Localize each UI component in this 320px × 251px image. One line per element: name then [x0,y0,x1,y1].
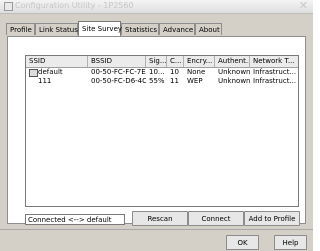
column-authentication[interactable]: Authent... [215,56,250,67]
column-signal[interactable]: Sig... [146,56,167,67]
cell-encryption: WEP [187,77,203,85]
connection-status: Connected <--> default [25,214,125,225]
column-network-type[interactable]: Network T... [250,56,300,67]
cell-channel: 10 [170,68,179,76]
column-encryption[interactable]: Encry... [184,56,215,67]
connect-button[interactable]: Connect [188,211,244,226]
rescan-button[interactable]: Rescan [132,211,188,226]
footer-separator [0,229,313,230]
tab-profile[interactable]: Profile [6,23,35,35]
window-title: Configuration Utility - 1P2560 [15,1,134,10]
cell-network-type: Infrastruct... [253,77,297,85]
ok-button[interactable]: OK [226,235,259,250]
tab-link-status[interactable]: Link Status [35,23,78,35]
close-button[interactable]: ✕ [299,0,308,12]
cell-channel: 11 [170,77,179,85]
tab-advance[interactable]: Advance [159,23,195,35]
app-icon [4,2,13,11]
cell-authentication: Unknown [218,68,250,76]
site-survey-list[interactable]: SSID BSSID Sig... C... Encry... Authent.… [25,55,299,207]
cell-bssid: 00-50-FC-D6-4C... [91,77,146,85]
list-header: SSID BSSID Sig... C... Encry... Authent.… [26,56,298,68]
cell-ssid: default [38,68,63,76]
cell-ssid: 111 [38,77,52,85]
cell-authentication: Unknown [218,77,250,85]
title-bar: Configuration Utility - 1P2560 ✕ [0,0,313,14]
help-button[interactable]: Help [274,235,307,250]
cell-network-type: Infrastruct... [253,68,297,76]
column-ssid[interactable]: SSID [26,56,88,67]
cell-signal: 55% [149,77,165,85]
tab-about[interactable]: About [195,23,222,35]
configuration-utility-window: Configuration Utility - 1P2560 ✕ Profile… [0,0,313,251]
cell-signal: 10... [149,68,165,76]
add-to-profile-button[interactable]: Add to Profile [244,211,300,226]
column-bssid[interactable]: BSSID [88,56,146,67]
cell-encryption: None [187,68,206,76]
tab-site-survey[interactable]: Site Survey [78,21,122,36]
cell-bssid: 00-50-FC-FC-7E-... [91,68,146,76]
table-row[interactable]: default 00-50-FC-FC-7E-... 10... 10 None… [26,68,298,77]
tab-statistics[interactable]: Statistics [121,23,159,35]
table-row[interactable]: 111 00-50-FC-D6-4C... 55% 11 WEP Unknown… [26,77,298,86]
column-channel[interactable]: C... [167,56,184,67]
